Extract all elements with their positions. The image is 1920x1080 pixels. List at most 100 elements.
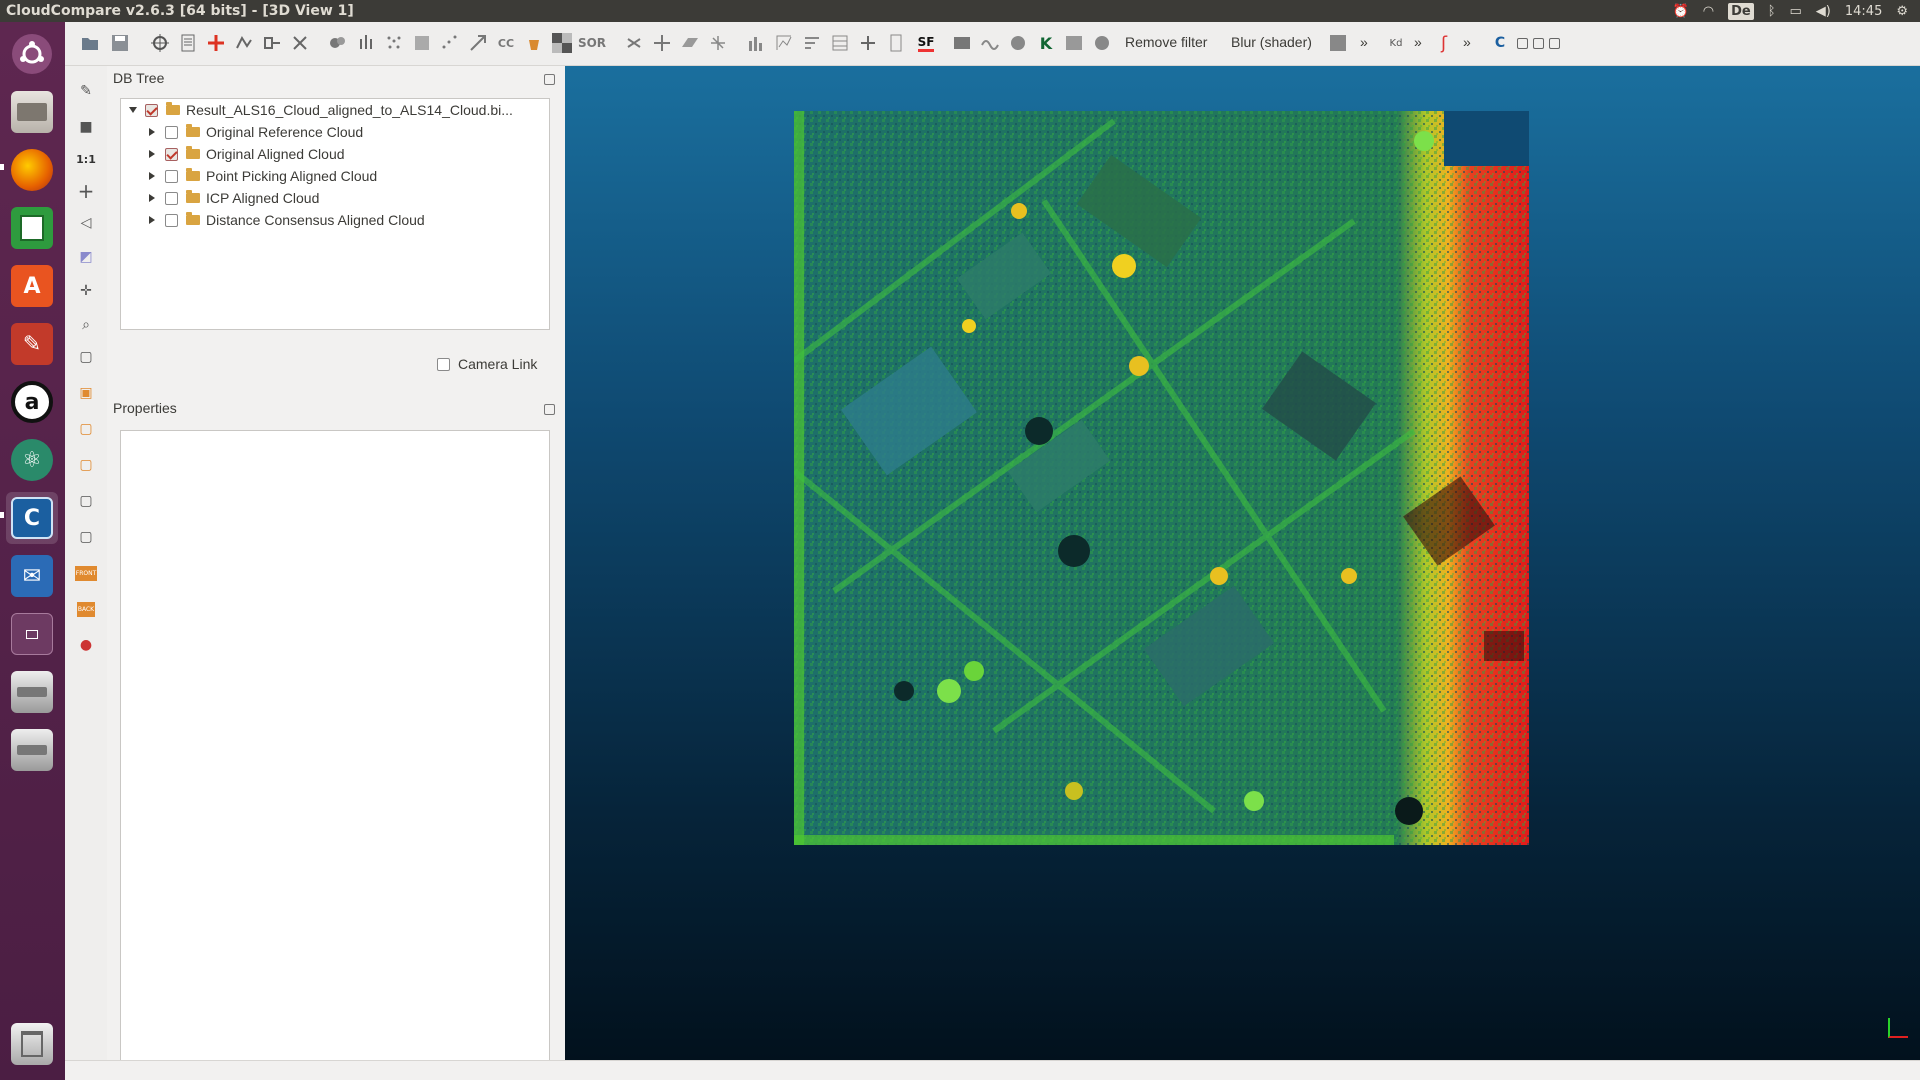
wifi-icon[interactable]: ◠ — [1703, 4, 1714, 19]
subsample-button[interactable] — [381, 30, 407, 56]
open-button[interactable] — [77, 30, 103, 56]
view-left-button[interactable]: ▢ — [73, 416, 99, 442]
fit-button[interactable] — [705, 30, 731, 56]
tree-item-checkbox[interactable] — [165, 191, 178, 205]
launcher-cloudcompare[interactable]: C — [6, 492, 58, 544]
collapse-arrow-icon[interactable] — [149, 150, 155, 158]
clock[interactable]: 14:45 — [1845, 4, 1882, 19]
translate-rotate-button[interactable] — [259, 30, 285, 56]
register-button[interactable] — [465, 30, 491, 56]
collapse-arrow-icon[interactable] — [149, 194, 155, 202]
scissors-button[interactable] — [621, 30, 647, 56]
tree-item-checkbox[interactable] — [165, 213, 178, 227]
sf-button[interactable]: SF — [913, 30, 939, 56]
tree-item-checkbox[interactable] — [165, 147, 178, 161]
kdtree-button[interactable]: Kd — [1383, 30, 1409, 56]
collapse-arrow-icon[interactable] — [149, 172, 155, 180]
sor-filter-button[interactable]: SOR — [578, 30, 606, 56]
tree-item-checkbox[interactable] — [165, 169, 178, 183]
tree-root-checkbox[interactable] — [145, 103, 158, 117]
keyboard-layout-indicator[interactable]: De — [1728, 2, 1754, 20]
zoom-1-1-button[interactable]: 1:1 — [73, 146, 99, 172]
db-tree-float-button[interactable] — [544, 74, 555, 85]
launcher-software[interactable]: A — [6, 260, 58, 312]
histogram-button[interactable] — [743, 30, 769, 56]
bluetooth-icon[interactable]: ᛒ — [1768, 4, 1776, 19]
bucket-button[interactable] — [521, 30, 547, 56]
power-gear-icon[interactable]: ⚙ — [1896, 4, 1908, 19]
tree-item-checkbox[interactable] — [165, 125, 178, 139]
view-iso2-button[interactable]: ▢ — [73, 524, 99, 550]
scatter-button[interactable] — [437, 30, 463, 56]
center-button[interactable]: + — [73, 178, 99, 204]
tree-item[interactable]: Original Reference Cloud — [121, 121, 549, 143]
delete-button[interactable] — [287, 30, 313, 56]
add-scalar-button[interactable] — [855, 30, 881, 56]
ball-button[interactable] — [1089, 30, 1115, 56]
launcher-settings[interactable]: ✎ — [6, 318, 58, 370]
launcher-trash[interactable] — [6, 1018, 58, 1070]
mesh-button[interactable] — [409, 30, 435, 56]
tree-item[interactable]: Distance Consensus Aligned Cloud — [121, 209, 549, 231]
plane-button[interactable] — [677, 30, 703, 56]
launcher-thunderbird[interactable]: ✉ — [6, 550, 58, 602]
view-bottom-button[interactable]: ▢ — [73, 488, 99, 514]
pivot-button[interactable]: ◁ — [73, 210, 99, 236]
perspective-button[interactable]: ◩ — [73, 244, 99, 270]
minmax-button[interactable] — [799, 30, 825, 56]
expand-arrow-icon[interactable] — [129, 107, 137, 113]
launcher-drive-2[interactable] — [6, 724, 58, 776]
image-button[interactable] — [949, 30, 975, 56]
save-button[interactable] — [107, 30, 133, 56]
view-top-button[interactable]: ▣ — [73, 380, 99, 406]
zoom-button[interactable]: ⌕ — [73, 312, 99, 338]
tree-root-item[interactable]: Result_ALS16_Cloud_aligned_to_ALS14_Clou… — [121, 99, 549, 121]
collapse-arrow-icon[interactable] — [149, 216, 155, 224]
view-front-button[interactable]: FRONT — [73, 560, 99, 586]
merge-button[interactable] — [325, 30, 351, 56]
view-iso-button[interactable]: ▢ — [73, 344, 99, 370]
snapshot-button[interactable]: ■ — [73, 114, 99, 140]
volume-icon[interactable]: ◀) — [1816, 4, 1831, 19]
properties-float-button[interactable] — [544, 404, 555, 415]
view-back-button[interactable]: BACK — [73, 596, 99, 622]
more-tools-button-3[interactable]: » — [1463, 34, 1471, 50]
move-button[interactable] — [649, 30, 675, 56]
more-tools-button-1[interactable]: » — [1360, 34, 1368, 50]
normals-button[interactable] — [353, 30, 379, 56]
alarm-icon[interactable]: ⏰ — [1673, 4, 1689, 19]
launcher-drive-1[interactable] — [6, 666, 58, 718]
pick-rotation-center-button[interactable]: ✎ — [73, 78, 99, 104]
red-s-button[interactable]: ʃ — [1431, 30, 1457, 56]
point-picking-button[interactable] — [147, 30, 173, 56]
launcher-workspaces[interactable] — [6, 608, 58, 660]
tree-item[interactable]: Original Aligned Cloud — [121, 143, 549, 165]
cc-button[interactable]: CC — [493, 30, 519, 56]
segment-button[interactable] — [231, 30, 257, 56]
kinect-button[interactable]: K — [1033, 30, 1059, 56]
launcher-ubuntu-dash[interactable] — [6, 28, 58, 80]
launcher-files[interactable] — [6, 86, 58, 138]
launcher-calc[interactable] — [6, 202, 58, 254]
add-point-button[interactable] — [203, 30, 229, 56]
tree-item[interactable]: ICP Aligned Cloud — [121, 187, 549, 209]
blur-shader-button[interactable]: Blur (shader) — [1231, 34, 1312, 50]
wave-button[interactable] — [977, 30, 1003, 56]
calc-button[interactable] — [883, 30, 909, 56]
launcher-firefox[interactable] — [6, 144, 58, 196]
remove-filter-button[interactable]: Remove filter — [1125, 34, 1207, 50]
tree-item[interactable]: Point Picking Aligned Cloud — [121, 165, 549, 187]
view-right-button[interactable]: ▢ — [73, 452, 99, 478]
sphere-button[interactable] — [1005, 30, 1031, 56]
list-button[interactable] — [175, 30, 201, 56]
mesh-wave-button[interactable] — [1061, 30, 1087, 56]
battery-icon[interactable]: ▭ — [1790, 4, 1802, 19]
window-close-button[interactable] — [1541, 30, 1567, 56]
stats-button[interactable] — [771, 30, 797, 56]
camera-link-control[interactable]: Camera Link — [437, 356, 537, 372]
more-tools-button-2[interactable]: » — [1414, 34, 1422, 50]
stereo-button[interactable]: ● — [73, 632, 99, 658]
launcher-atom[interactable]: ⚛ — [6, 434, 58, 486]
launcher-amazon[interactable]: a — [6, 376, 58, 428]
interaction-mode-button[interactable]: ✛ — [73, 278, 99, 304]
